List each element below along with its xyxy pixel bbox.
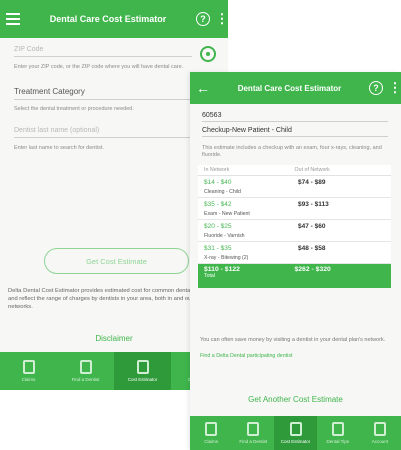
tooth-icon: [79, 360, 92, 374]
dentist-input[interactable]: Dentist last name (optional): [14, 127, 192, 138]
get-another-estimate-button[interactable]: Get Another Cost Estimate: [190, 395, 401, 404]
nav-cost-estimator[interactable]: Cost Estimator: [114, 352, 171, 390]
claims-icon: [205, 422, 218, 436]
table-row: $14 - $40 $74 - $89 Cleaning - Child: [198, 176, 391, 198]
find-dentist-link[interactable]: Find a Delta Dental participating dentis…: [200, 353, 292, 359]
help-icon[interactable]: ?: [363, 72, 389, 107]
zip-hint: Enter your ZIP code, or the ZIP code whe…: [14, 64, 184, 70]
page-title: Dental Care Cost Estimator: [237, 83, 342, 93]
more-icon[interactable]: ⋮: [389, 72, 401, 107]
total-label: Total: [204, 273, 215, 279]
account-icon: [373, 422, 386, 436]
help-icon[interactable]: ?: [190, 0, 216, 38]
nav-find-dentist[interactable]: Find a Dentist: [232, 416, 274, 450]
nav-claims[interactable]: Claims: [190, 416, 232, 450]
save-money-text: You can often save money by visiting a d…: [200, 337, 386, 343]
back-icon[interactable]: ←: [190, 72, 216, 107]
header-out-network: Out of Network: [294, 167, 330, 173]
nav-dental-tips[interactable]: Dental Tips: [317, 416, 359, 450]
estimator-result-screen: ← Dental Care Cost Estimator ? ⋮ 60563 C…: [190, 72, 401, 450]
get-estimate-button[interactable]: Get Cost Estimate: [44, 248, 189, 274]
treatment-select[interactable]: Treatment Category: [14, 87, 204, 100]
app-screens: Dental Care Cost Estimator ? ⋮ ZIP Code …: [0, 0, 401, 450]
total-in-network: $110 - $122: [204, 266, 240, 273]
treatment-description: This estimate includes a checkup with an…: [202, 145, 382, 159]
header-in-network: In Network: [204, 167, 230, 173]
more-icon[interactable]: ⋮: [216, 0, 229, 38]
claims-icon: [22, 360, 35, 374]
treatment-value[interactable]: Checkup-New Patient - Child: [202, 127, 388, 137]
zip-input[interactable]: ZIP Code: [14, 46, 192, 57]
app-bar: Dental Care Cost Estimator ? ⋮: [0, 0, 228, 38]
nav-claims[interactable]: Claims: [0, 352, 57, 390]
table-row: $35 - $42 $93 - $113 Exam - New Patient: [198, 198, 391, 220]
nav-account[interactable]: Account: [359, 416, 401, 450]
shield-icon: [331, 422, 344, 436]
table-header: In Network Out of Network: [198, 165, 391, 176]
dentist-hint: Enter last name to search for dentist.: [14, 145, 104, 151]
table-row: $31 - $35 $48 - $58 X-ray - Bitewing (2): [198, 242, 391, 264]
calculator-icon: [136, 360, 149, 374]
app-bar: ← Dental Care Cost Estimator ? ⋮: [190, 72, 401, 104]
page-title: Dental Care Cost Estimator: [49, 14, 167, 24]
zip-value[interactable]: 60563: [202, 112, 388, 122]
total-row: $110 - $122 $262 - $320 Total: [198, 264, 391, 288]
locate-icon[interactable]: [200, 46, 216, 62]
cost-table: In Network Out of Network $14 - $40 $74 …: [198, 165, 391, 288]
nav-find-dentist[interactable]: Find a Dentist: [57, 352, 114, 390]
bottom-nav: Claims Find a Dentist Cost Estimator Den…: [190, 416, 401, 450]
treatment-hint: Select the dental treatment or procedure…: [14, 106, 134, 112]
total-out-network: $262 - $320: [294, 266, 331, 273]
menu-icon[interactable]: [0, 0, 26, 38]
calculator-icon: [289, 422, 302, 436]
tooth-icon: [247, 422, 260, 436]
nav-cost-estimator[interactable]: Cost Estimator: [274, 416, 317, 450]
table-row: $20 - $25 $47 - $60 Fluoride - Varnish: [198, 220, 391, 242]
